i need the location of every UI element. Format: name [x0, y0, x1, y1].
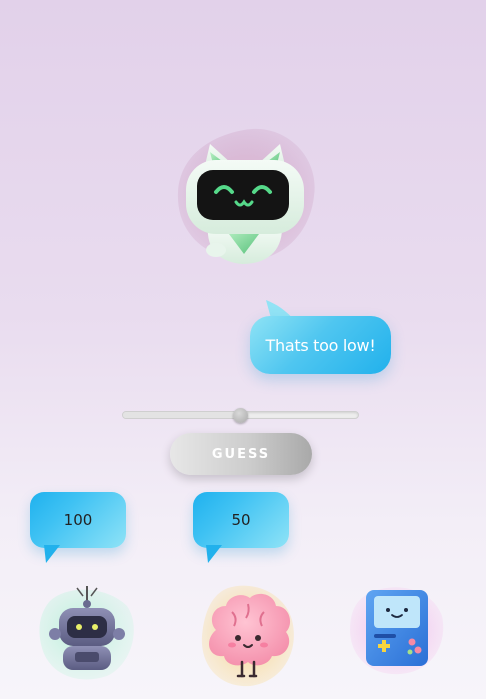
current-guess-bubble: 50 — [193, 492, 289, 548]
game-console-icon — [350, 587, 444, 675]
guess-button-label: GUESS — [211, 446, 271, 462]
brain-icon — [201, 585, 294, 687]
high-bound-value: 100 — [63, 511, 93, 529]
cat-robot-icon — [186, 144, 304, 264]
high-bubble-tail — [44, 545, 60, 563]
slider-thumb[interactable] — [233, 408, 248, 423]
reply-text: Thats too low! — [265, 335, 376, 355]
high-bound-bubble: 100 — [30, 492, 126, 548]
current-bubble-tail — [206, 545, 222, 563]
current-guess-value: 50 — [231, 511, 251, 529]
slider-fill — [123, 412, 241, 418]
robot-icon — [39, 586, 134, 680]
guess-button[interactable]: GUESS — [170, 433, 312, 475]
reply-bubble: Thats too low! — [250, 316, 391, 374]
